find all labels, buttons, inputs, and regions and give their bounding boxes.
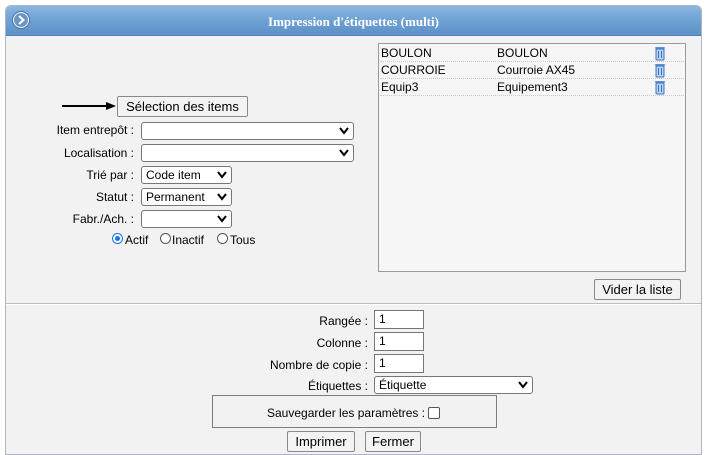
print-button[interactable]: Imprimer [287, 431, 355, 452]
close-button[interactable]: Fermer [365, 431, 421, 452]
list-item[interactable]: Equip3 Equipement3 [380, 79, 684, 96]
section-divider [6, 303, 701, 305]
row-label: Rangée : [319, 314, 368, 328]
sort-by-select[interactable]: Code item [141, 166, 232, 184]
save-params-box: Sauvegarder les paramètres : [212, 395, 497, 428]
active-radio-label: Actif [125, 233, 149, 247]
warehouse-item-select[interactable] [141, 122, 354, 140]
chevron-down-icon [217, 215, 227, 223]
inactive-radio[interactable] [160, 233, 171, 244]
list-item[interactable]: BOULON BOULON [380, 45, 684, 62]
sort-by-label: Trié par : [86, 168, 134, 182]
labels-select[interactable]: Étiquette [374, 376, 533, 394]
trash-icon[interactable] [654, 46, 666, 61]
all-radio-label: Tous [230, 233, 256, 247]
clear-list-button[interactable]: Vider la liste [594, 279, 681, 300]
labels-label: Étiquettes : [307, 379, 368, 393]
copies-input[interactable]: 1 [374, 354, 424, 373]
trash-icon[interactable] [654, 80, 666, 95]
warehouse-item-label: Item entrepôt : [56, 123, 134, 137]
chevron-down-icon [217, 193, 227, 201]
column-input[interactable]: 1 [374, 332, 424, 351]
save-params-label: Sauvegarder les paramètres : [267, 406, 426, 420]
item-code: Equip3 [381, 80, 419, 94]
make-buy-select[interactable] [141, 210, 232, 228]
make-buy-label: Fabr./Ach. : [72, 212, 134, 226]
select-items-button[interactable]: Sélection des items [117, 96, 248, 117]
label-print-dialog: Impression d'étiquettes (multi) Sélectio… [5, 5, 702, 455]
list-item[interactable]: COURROIE Courroie AX45 [380, 62, 684, 79]
chevron-down-icon [339, 149, 349, 157]
chevron-down-icon [518, 381, 528, 389]
chevron-down-icon [339, 127, 349, 135]
save-params-checkbox[interactable] [428, 407, 440, 419]
item-description: BOULON [497, 46, 548, 60]
status-label: Statut : [95, 190, 134, 204]
all-radio[interactable] [217, 233, 228, 244]
window-title: Impression d'étiquettes (multi) [268, 14, 439, 29]
status-select[interactable]: Permanent [141, 188, 232, 206]
item-description: Equipement3 [497, 80, 568, 94]
column-label: Colonne : [316, 336, 368, 350]
copies-label: Nombre de copie : [269, 358, 368, 372]
item-code: COURROIE [381, 63, 446, 77]
labels-value: Étiquette [379, 378, 427, 392]
location-label: Localisation : [63, 146, 134, 160]
active-radio[interactable] [112, 233, 123, 244]
sort-by-value: Code item [146, 168, 201, 182]
arrow-right-icon [62, 102, 116, 110]
item-description: Courroie AX45 [497, 63, 576, 77]
row-input[interactable]: 1 [374, 310, 424, 329]
title-bar: Impression d'étiquettes (multi) [6, 6, 701, 36]
status-value: Permanent [146, 190, 205, 204]
selected-items-list[interactable]: BOULON BOULON COURROIE Courroie AX45 Equ… [378, 43, 686, 272]
inactive-radio-label: Inactif [172, 233, 205, 247]
item-code: BOULON [381, 46, 432, 60]
location-select[interactable] [141, 144, 354, 162]
chevron-down-icon [217, 171, 227, 179]
trash-icon[interactable] [654, 63, 666, 78]
